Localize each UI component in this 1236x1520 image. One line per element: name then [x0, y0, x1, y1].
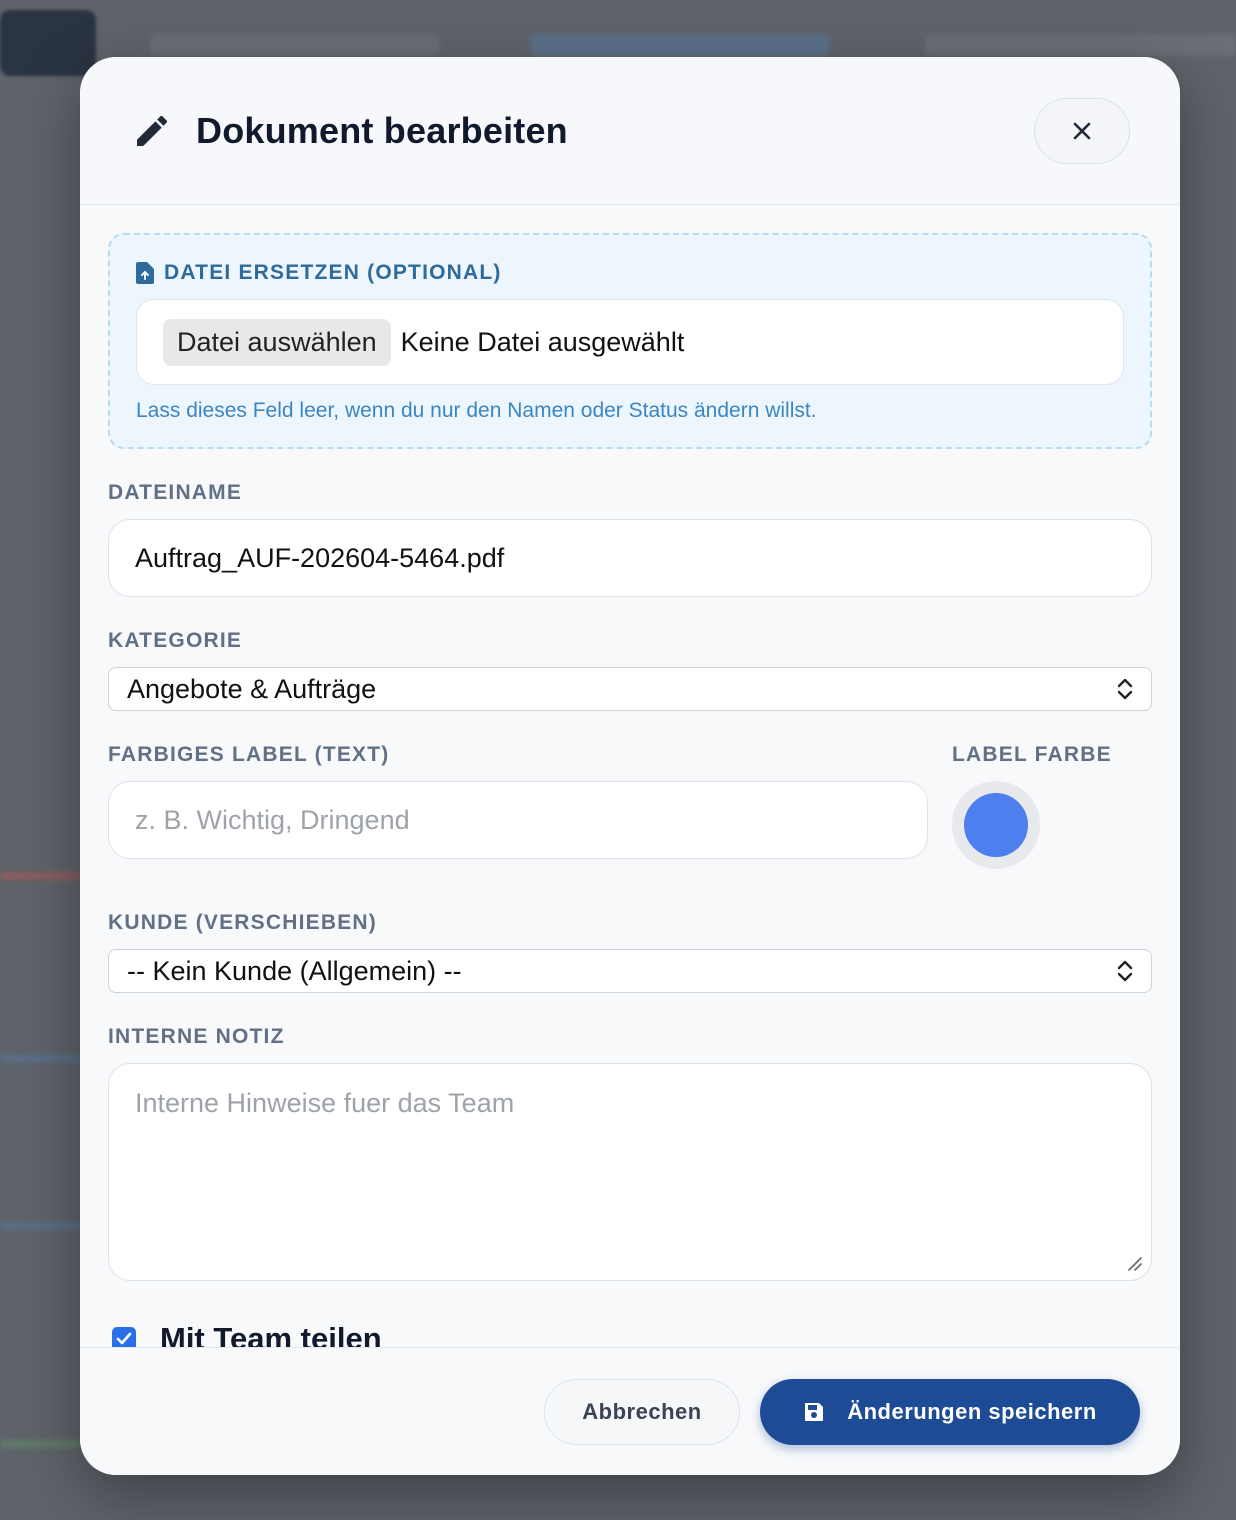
close-icon [1073, 122, 1091, 139]
file-input[interactable]: Datei auswählen Keine Datei ausgewählt [136, 299, 1124, 385]
modal-body: DATEI ERSETZEN (OPTIONAL) Datei auswähle… [80, 205, 1180, 1357]
background-strip [0, 872, 80, 880]
close-button[interactable] [1034, 97, 1130, 164]
colored-label-label: FARBIGES LABEL (TEXT) [108, 743, 390, 766]
background-strip [0, 1440, 80, 1448]
replace-file-label-row: DATEI ERSETZEN (OPTIONAL) [136, 261, 1124, 285]
save-label: Änderungen speichern [847, 1398, 1097, 1424]
filename-label: DATEINAME [108, 481, 243, 504]
label-color-label: LABEL FARBE [952, 743, 1112, 766]
choose-file-button[interactable]: Datei auswählen [163, 318, 391, 366]
category-select[interactable]: Angebote & Aufträge [108, 667, 1152, 711]
filename-value: Auftrag_AUF-202604-5464.pdf [135, 542, 505, 573]
category-selected: Angebote & Aufträge [127, 673, 377, 704]
edit-document-modal: Dokument bearbeiten DATEI ERSETZEN (OPTI… [80, 57, 1180, 1475]
chevron-updown-icon [1117, 960, 1133, 982]
colored-label-input[interactable]: z. B. Wichtig, Dringend [108, 781, 928, 859]
save-icon [805, 1402, 824, 1421]
replace-file-hint: Lass dieses Feld leer, wenn du nur den N… [136, 399, 817, 422]
background-tab [150, 34, 440, 56]
resize-handle-icon[interactable] [1125, 1254, 1143, 1272]
label-row: FARBIGES LABEL (TEXT) z. B. Wichtig, Dri… [108, 743, 1152, 869]
colored-label-group: FARBIGES LABEL (TEXT) z. B. Wichtig, Dri… [108, 743, 928, 869]
customer-group: KUNDE (VERSCHIEBEN) -- Kein Kunde (Allge… [108, 911, 1152, 993]
category-group: KATEGORIE Angebote & Aufträge [108, 629, 1152, 711]
background-tab [530, 34, 830, 56]
filename-group: DATEINAME Auftrag_AUF-202604-5464.pdf [108, 481, 1152, 597]
replace-file-label: DATEI ERSETZEN (OPTIONAL) [164, 261, 502, 284]
modal-header: Dokument bearbeiten [80, 57, 1180, 205]
label-color-group: LABEL FARBE [952, 743, 1152, 869]
cancel-button[interactable]: Abbrechen [544, 1378, 740, 1445]
customer-selected: -- Kein Kunde (Allgemein) -- [127, 955, 462, 986]
category-label: KATEGORIE [108, 629, 243, 652]
note-placeholder: Interne Hinweise fuer das Team [135, 1088, 515, 1118]
pencil-icon [137, 115, 168, 146]
background-strip [0, 1055, 80, 1063]
check-icon [116, 1332, 132, 1345]
replace-file-section: DATEI ERSETZEN (OPTIONAL) Datei auswähle… [108, 233, 1152, 449]
color-swatch [964, 793, 1028, 857]
file-upload-icon [136, 262, 154, 284]
label-color-picker[interactable] [952, 781, 1040, 869]
modal-title: Dokument bearbeiten [196, 109, 568, 151]
note-textarea[interactable]: Interne Hinweise fuer das Team [108, 1063, 1152, 1281]
note-label: INTERNE NOTIZ [108, 1025, 285, 1048]
modal-footer: Abbrechen Änderungen speichern [80, 1347, 1180, 1475]
note-group: INTERNE NOTIZ Interne Hinweise fuer das … [108, 1025, 1152, 1281]
colored-label-placeholder: z. B. Wichtig, Dringend [135, 804, 410, 835]
customer-label: KUNDE (VERSCHIEBEN) [108, 911, 377, 934]
save-button[interactable]: Änderungen speichern [760, 1378, 1140, 1445]
background-button [0, 10, 96, 76]
chevron-updown-icon [1117, 678, 1133, 700]
background-strip [0, 1222, 80, 1230]
background-tab [925, 34, 1236, 56]
filename-input[interactable]: Auftrag_AUF-202604-5464.pdf [108, 519, 1152, 597]
file-status: Keine Datei ausgewählt [400, 326, 685, 357]
customer-select[interactable]: -- Kein Kunde (Allgemein) -- [108, 949, 1152, 993]
